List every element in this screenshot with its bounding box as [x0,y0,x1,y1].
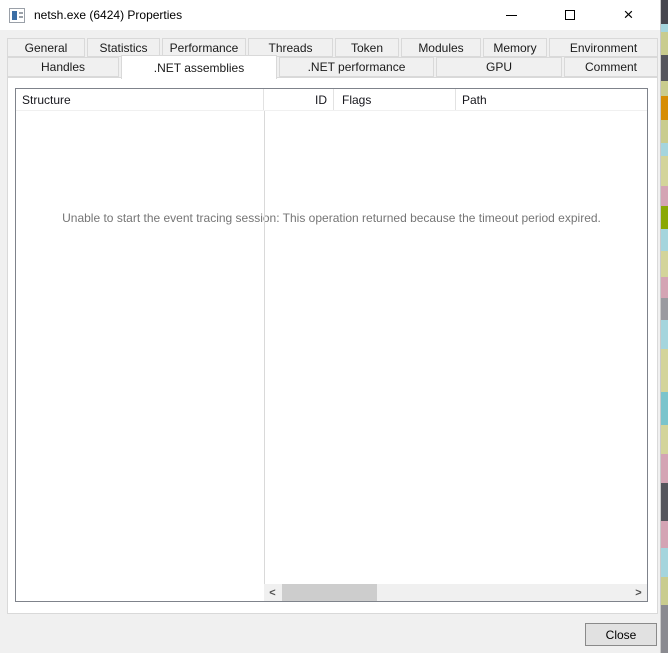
strip-segment [661,96,668,120]
strip-segment [661,186,668,205]
strip-segment [661,24,668,32]
tab-memory[interactable]: Memory [483,38,547,57]
strip-segment [661,483,668,521]
tab-gpu[interactable]: GPU [436,57,562,77]
scroll-left-icon[interactable]: < [264,584,281,601]
strip-segment [661,320,668,349]
close-button[interactable]: Close [585,623,657,646]
maximize-icon [565,10,575,20]
app-icon-detail [12,11,17,20]
strip-segment [661,425,668,454]
strip-segment [661,349,668,392]
minimize-icon [506,15,517,16]
strip-segment [661,120,668,144]
listview-header: Structure ID Flags Path [16,89,647,111]
tab-row-2: Handles .NET assemblies .NET performance… [7,57,658,77]
tab-modules[interactable]: Modules [401,38,481,57]
app-icon [9,8,25,23]
tab-net-assemblies[interactable]: .NET assemblies [121,55,277,79]
strip-segment [661,55,668,81]
close-icon: × [624,10,634,20]
scrollbar-thumb[interactable] [282,584,377,601]
strip-segment [661,32,668,56]
strip-segment [661,577,668,606]
close-window-button[interactable]: × [606,0,651,30]
strip-segment [661,206,668,230]
scroll-right-icon[interactable]: > [630,584,647,601]
strip-segment [661,548,668,577]
tab-row-1: General Statistics Performance Threads T… [7,38,658,57]
tab-general[interactable]: General [7,38,85,57]
minimize-button[interactable] [489,0,534,30]
strip-segment [661,605,668,653]
properties-window: netsh.exe (6424) Properties × General St… [0,0,661,653]
strip-segment [661,454,668,483]
strip-segment [661,392,668,425]
tab-comment[interactable]: Comment [564,57,658,77]
tab-net-performance[interactable]: .NET performance [279,57,434,77]
strip-segment [661,298,668,320]
column-header-path[interactable]: Path [456,89,647,110]
strip-segment [661,251,668,278]
maximize-button[interactable] [547,0,592,30]
window-title: netsh.exe (6424) Properties [34,8,182,22]
fixed-column-divider [264,111,265,584]
column-header-flags[interactable]: Flags [334,89,456,110]
screen: netsh.exe (6424) Properties × General St… [0,0,668,653]
scrollbar-track[interactable] [281,584,630,601]
strip-segment [661,156,668,187]
strip-segment [661,0,668,24]
strip-segment [661,277,668,298]
titlebar: netsh.exe (6424) Properties × [0,0,660,30]
horizontal-scrollbar[interactable]: < > [264,584,647,601]
column-header-structure[interactable]: Structure [16,89,264,110]
tab-handles[interactable]: Handles [7,57,119,77]
column-header-id[interactable]: ID [264,89,334,110]
assemblies-listview: Structure ID Flags Path Unable to start … [15,88,648,602]
tracing-error-message: Unable to start the event tracing sessio… [16,211,647,225]
background-window-strip [661,0,668,653]
strip-segment [661,143,668,155]
strip-segment [661,81,668,95]
tab-environment[interactable]: Environment [549,38,658,57]
strip-segment [661,229,668,250]
strip-segment [661,521,668,548]
tab-token[interactable]: Token [335,38,399,57]
